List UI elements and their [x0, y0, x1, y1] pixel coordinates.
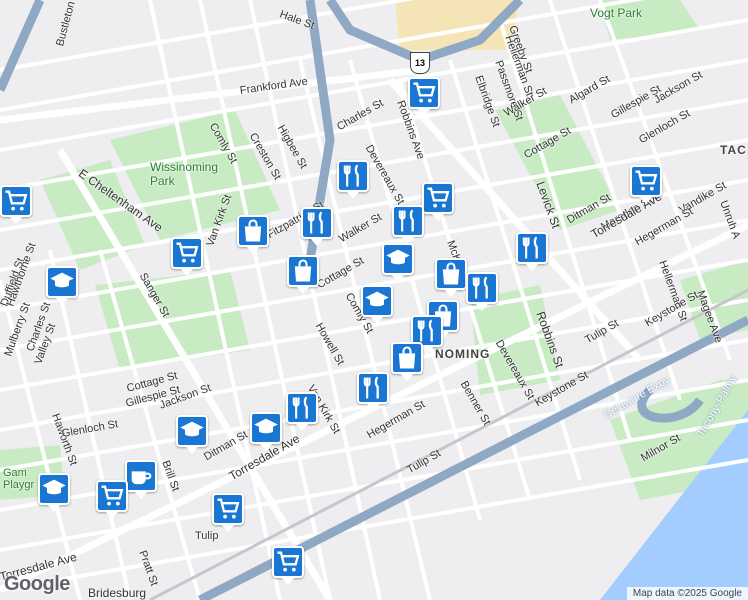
poi-marker-school[interactable] — [46, 266, 78, 305]
school-icon — [48, 268, 76, 296]
label-vogt-park: Vogt Park — [590, 6, 643, 20]
poi-marker-fork-knife[interactable] — [337, 160, 369, 199]
fork-knife-icon — [518, 234, 546, 262]
poi-marker-fork-knife[interactable] — [466, 272, 498, 311]
street-label: Tulip — [195, 530, 219, 542]
cart-icon — [173, 239, 201, 267]
fork-knife-icon — [468, 274, 496, 302]
poi-marker-fork-knife[interactable] — [516, 232, 548, 271]
poi-marker-bag[interactable] — [435, 258, 467, 297]
poi-marker-cafe[interactable] — [125, 460, 157, 499]
poi-marker-cart[interactable] — [422, 182, 454, 221]
label-wissinoming-park: Wissinoming Park — [150, 160, 219, 188]
school-icon — [384, 245, 412, 273]
label-bridesburg: Bridesburg — [88, 586, 147, 600]
poi-marker-fork-knife[interactable] — [392, 205, 424, 244]
cart-icon — [424, 184, 452, 212]
poi-marker-fork-knife[interactable] — [286, 392, 318, 431]
fork-knife-icon — [303, 209, 331, 237]
google-logo: Google — [4, 573, 70, 595]
poi-marker-school[interactable] — [176, 415, 208, 454]
bag-icon — [437, 260, 465, 288]
poi-marker-school[interactable] — [382, 243, 414, 282]
label-wissinoming: NOMING — [435, 347, 491, 361]
cafe-icon — [127, 462, 155, 490]
poi-marker-fork-knife[interactable] — [301, 207, 333, 246]
poi-marker-cart[interactable] — [171, 237, 203, 276]
poi-marker-cart[interactable] — [272, 546, 304, 585]
poi-marker-school[interactable] — [361, 285, 393, 324]
label-tacony: TAC — [720, 143, 747, 157]
school-icon — [40, 475, 68, 503]
fork-knife-icon — [288, 394, 316, 422]
poi-marker-fork-knife[interactable] — [357, 372, 389, 411]
poi-marker-bag[interactable] — [237, 215, 269, 254]
poi-marker-cart[interactable] — [96, 480, 128, 519]
label-gam-playground: Gam Playgr — [3, 467, 35, 491]
poi-marker-cart[interactable] — [408, 77, 440, 116]
fork-knife-icon — [394, 207, 422, 235]
poi-marker-cart[interactable] — [0, 185, 32, 224]
cart-icon — [214, 495, 242, 523]
fork-knife-icon — [413, 317, 441, 345]
map-attribution: Map data ©2025 Google — [626, 587, 748, 600]
cart-icon — [410, 79, 438, 107]
fork-knife-icon — [359, 374, 387, 402]
cart-icon — [2, 187, 30, 215]
bag-icon — [239, 217, 267, 245]
school-icon — [363, 287, 391, 315]
bag-icon — [289, 257, 317, 285]
poi-marker-bag[interactable] — [391, 342, 423, 381]
poi-marker-cart[interactable] — [630, 165, 662, 204]
fork-knife-icon — [339, 162, 367, 190]
bag-icon — [393, 344, 421, 372]
cart-icon — [98, 482, 126, 510]
school-icon — [252, 414, 280, 442]
cart-icon — [274, 548, 302, 576]
poi-marker-school[interactable] — [250, 412, 282, 451]
cart-icon — [632, 167, 660, 195]
route-13-shield: 13 — [410, 52, 430, 74]
poi-marker-bag[interactable] — [287, 255, 319, 294]
poi-marker-school[interactable] — [38, 473, 70, 512]
school-icon — [178, 417, 206, 445]
poi-marker-cart[interactable] — [212, 493, 244, 532]
